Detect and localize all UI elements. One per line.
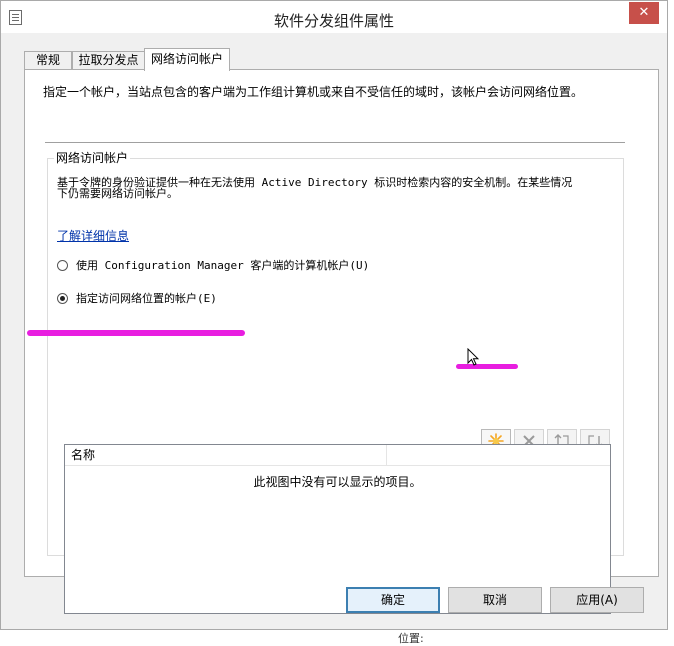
learn-more-link[interactable]: 了解详细信息 xyxy=(57,227,129,244)
tab-panel: 指定一个帐户，当站点包含的客户端为工作组计算机或来自不受信任的域时，该帐户会访问… xyxy=(24,69,659,614)
annotation-underline-new-button xyxy=(456,364,518,369)
mouse-pointer-icon xyxy=(467,348,479,366)
apply-button[interactable]: 应用(A) xyxy=(550,587,644,613)
tab-general[interactable]: 常规 xyxy=(24,51,72,70)
list-header: 名称 xyxy=(65,445,610,466)
radio-specify-account[interactable]: 指定访问网络位置的帐户(E) xyxy=(57,290,217,306)
column-header-name[interactable]: 名称 xyxy=(65,445,387,466)
network-access-account-group: 网络访问帐户 基于令牌的身份验证提供一种在无法使用 Active Directo… xyxy=(47,149,624,614)
group-title: 网络访问帐户 xyxy=(54,149,131,166)
title-bar[interactable]: 软件分发组件属性 ✕ xyxy=(1,1,667,33)
radio-specify-account-label: 指定访问网络位置的帐户(E) xyxy=(76,292,217,305)
group-description-line-2: 下仍需要网络访问帐户。 xyxy=(57,187,178,200)
tab-pull-distribution-point[interactable]: 拉取分发点 xyxy=(72,51,145,70)
close-button[interactable]: ✕ xyxy=(629,2,659,24)
underlying-window-text: 位置: xyxy=(398,632,424,645)
cancel-button[interactable]: 取消 xyxy=(448,587,542,613)
ok-button[interactable]: 确定 xyxy=(346,587,440,613)
panel-description: 指定一个帐户，当站点包含的客户端为工作组计算机或来自不受信任的域时，该帐户会访问… xyxy=(43,85,584,99)
radio-computer-account-label: 使用 Configuration Manager 客户端的计算机帐户(U) xyxy=(76,259,370,272)
window-title: 软件分发组件属性 xyxy=(273,12,394,30)
radio-computer-account[interactable]: 使用 Configuration Manager 客户端的计算机帐户(U) xyxy=(57,257,369,273)
properties-dialog: 软件分发组件属性 ✕ 常规 拉取分发点 网络访问帐户 指定一个帐户，当站点包含的… xyxy=(0,0,668,630)
empty-list-message: 此视图中没有可以显示的项目。 xyxy=(253,475,422,489)
separator xyxy=(45,142,625,143)
annotation-underline-radio xyxy=(27,330,245,336)
radio-computer-account-circle[interactable] xyxy=(57,259,68,271)
radio-specify-account-circle[interactable] xyxy=(57,292,68,304)
group-description: 基于令牌的身份验证提供一种在无法使用 Active Directory 标识时检… xyxy=(57,177,613,199)
tab-network-access-account[interactable]: 网络访问帐户 xyxy=(144,48,230,71)
